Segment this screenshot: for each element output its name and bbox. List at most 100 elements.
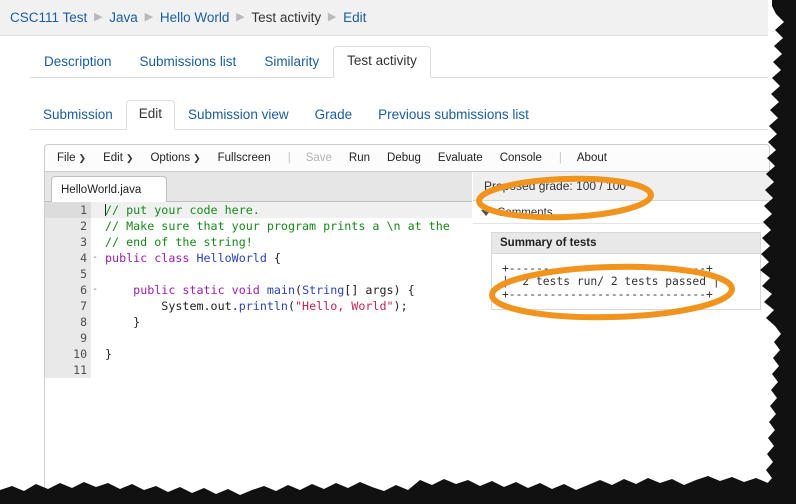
line-number: 5	[45, 266, 91, 282]
code-line[interactable]: 7 System.out.println("Hello, World");	[45, 298, 472, 314]
comments-label: Comments	[497, 206, 553, 219]
tab-grade[interactable]: Grade	[302, 101, 366, 130]
chevron-down-icon[interactable]	[146, 184, 159, 194]
menu-item-edit[interactable]: Edit ❯	[103, 152, 133, 164]
breadcrumb-item-course[interactable]: CSC111 Test	[10, 10, 87, 25]
tab-submission-view[interactable]: Submission view	[175, 101, 302, 130]
menu-item-run[interactable]: Run	[349, 152, 370, 164]
chevron-right-icon: ❯	[193, 153, 201, 163]
code-token: String	[302, 283, 345, 297]
tab-previous-submissions-list[interactable]: Previous submissions list	[365, 101, 542, 130]
code-fold-toggle-icon[interactable]: -	[91, 250, 99, 266]
code-line[interactable]: 9	[45, 330, 472, 346]
code-token: System.out.	[105, 299, 239, 313]
tab-test-activity[interactable]: Test activity	[333, 46, 431, 78]
tab-description[interactable]: Description	[30, 47, 126, 78]
code-fold-toggle-icon[interactable]: -	[91, 282, 99, 298]
code-line[interactable]: 1 // put your code here.	[45, 202, 472, 218]
code-token: public static void	[133, 283, 267, 297]
menu-item-debug[interactable]: Debug	[387, 152, 421, 164]
code-token: [] args) {	[344, 283, 415, 297]
code-token: public class	[105, 251, 197, 265]
code-token: }	[105, 315, 141, 329]
code-line-text: // Make sure that your program prints a …	[91, 218, 450, 234]
line-number: 1	[45, 202, 91, 218]
breadcrumb-item-test-activity: Test activity	[251, 10, 322, 25]
breadcrumb-separator-icon: ▶	[236, 11, 245, 23]
tab-edit[interactable]: Edit	[125, 100, 176, 130]
code-line[interactable]: 3 // end of the string!	[45, 234, 472, 250]
code-line-text: public static void main(String[] args) {	[91, 282, 415, 298]
menu-item-save[interactable]: Save	[306, 152, 332, 164]
code-line[interactable]: 11	[45, 362, 472, 378]
breadcrumb-separator-icon: ▶	[327, 11, 337, 23]
editor-left-pane: HelloWorld.java 1 // put your code here. 2…	[45, 172, 472, 489]
file-tab-strip: HelloWorld.java	[45, 172, 472, 202]
menu-item-about[interactable]: About	[577, 152, 607, 164]
code-editor-text-area[interactable]: 1 // put your code here. 2 // Make sure tha…	[45, 202, 472, 489]
code-token: "Hello, World"	[295, 299, 394, 313]
code-line[interactable]: 4- public class HelloWorld {	[45, 250, 472, 266]
menu-item-file[interactable]: File ❯	[57, 152, 86, 164]
line-number: 6-	[45, 282, 98, 298]
editor-body: HelloWorld.java 1 // put your code here. 2…	[44, 172, 771, 489]
code-line[interactable]: 2 // Make sure that your program prints a…	[45, 218, 472, 234]
code-token: }	[105, 347, 113, 361]
menu-separator: |	[558, 152, 562, 164]
file-tab-label: HelloWorld.java	[61, 183, 142, 196]
code-token: // Make sure that your program prints a …	[105, 219, 450, 233]
breadcrumb-separator-icon: ▶	[144, 11, 154, 23]
menu-separator: |	[287, 152, 291, 164]
tab-submissions-list[interactable]: Submissions list	[126, 47, 251, 78]
summary-of-tests-output: +-----------------------------+ | 2 test…	[492, 254, 760, 309]
line-number: 9	[45, 330, 91, 346]
menu-item-options[interactable]: Options ❯	[150, 152, 200, 164]
code-line-text	[91, 330, 105, 346]
tab-submission[interactable]: Submission	[30, 101, 126, 130]
line-number: 4-	[45, 250, 98, 266]
breadcrumb-item-hello-world[interactable]: Hello World	[160, 10, 230, 25]
code-token: HelloWorld	[196, 251, 267, 265]
breadcrumb-item-edit[interactable]: Edit	[343, 10, 366, 25]
primary-tab-bar: Description Submissions list Similarity …	[30, 42, 768, 78]
code-token: main	[266, 283, 296, 297]
code-token: // put your code here.	[105, 203, 260, 217]
code-line-text: }	[91, 346, 112, 362]
summary-of-tests-title: Summary of tests	[492, 233, 760, 254]
code-line[interactable]: 5	[45, 266, 472, 282]
breadcrumb-item-java[interactable]: Java	[109, 10, 138, 25]
code-token: );	[393, 299, 408, 313]
comments-section-toggle[interactable]: Comments	[473, 202, 771, 224]
menu-item-fullscreen[interactable]: Fullscreen	[218, 152, 271, 164]
code-line-text: System.out.println("Hello, World");	[91, 298, 408, 314]
code-line-text: // end of the string!	[91, 234, 253, 250]
code-line-text: // put your code here.	[91, 202, 260, 218]
breadcrumb-separator-icon: ▶	[94, 11, 103, 23]
breadcrumb: CSC111 Test ▶ Java ▶ Hello World ▶ Test …	[0, 0, 768, 36]
code-token: // end of the string!	[105, 235, 253, 249]
code-token: (	[295, 283, 303, 297]
code-line-text: public class HelloWorld {	[91, 250, 281, 266]
chevron-right-icon: ❯	[78, 153, 87, 163]
code-line[interactable]: 8 }	[45, 314, 472, 330]
code-token: println	[238, 299, 288, 313]
file-tab-helloworld-java[interactable]: HelloWorld.java	[51, 176, 168, 202]
code-line-text: }	[91, 314, 140, 330]
secondary-tab-bar: Submission Edit Submission view Grade Pr…	[30, 96, 768, 130]
menu-item-console[interactable]: Console	[500, 152, 542, 164]
code-line[interactable]: 6- public static void main(String[] args…	[45, 282, 472, 298]
screenshot-root: CSC111 Test ▶ Java ▶ Hello World ▶ Test …	[0, 0, 796, 504]
code-token: (	[287, 299, 296, 313]
proposed-grade-label: Proposed grade: 100 / 100	[484, 179, 627, 193]
line-number: 8	[45, 314, 91, 330]
chevron-right-icon: ❯	[125, 153, 134, 163]
triangle-collapse-icon[interactable]	[481, 209, 491, 216]
menu-item-evaluate[interactable]: Evaluate	[438, 152, 483, 164]
code-line[interactable]: 10}	[45, 346, 472, 362]
code-line-text	[91, 362, 105, 378]
line-number: 3	[45, 234, 91, 250]
tab-similarity[interactable]: Similarity	[250, 47, 333, 78]
summary-of-tests-card: Summary of tests +----------------------…	[491, 232, 761, 310]
editor-right-pane: Proposed grade: 100 / 100 Comments Summa…	[473, 172, 771, 489]
code-line-text	[91, 266, 105, 282]
